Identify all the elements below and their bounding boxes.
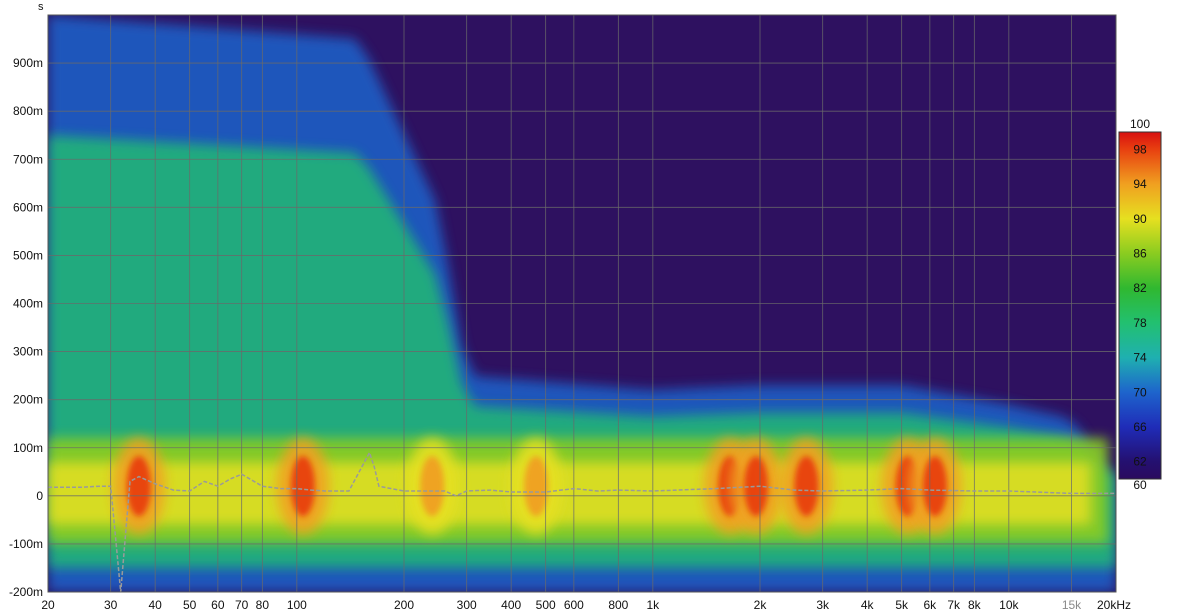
x-tick-label: 800 [608, 598, 628, 612]
colorbar-tick-label: 66 [1133, 420, 1147, 434]
colorbar-tick-label: 74 [1133, 351, 1147, 365]
colorbar-tick-label: 98 [1133, 142, 1147, 156]
colorbar-tick-label: 78 [1133, 316, 1147, 330]
x-tick-label: 50 [183, 598, 197, 612]
colorbar-tick-label: 70 [1133, 385, 1147, 399]
x-tick-label: 20 [41, 598, 55, 612]
hot-spot [420, 456, 445, 517]
colorbar-tick-label: 94 [1133, 177, 1147, 191]
x-tick-label: 80 [256, 598, 270, 612]
y-tick-label: 100m [13, 441, 43, 455]
y-tick-label: -200m [9, 585, 43, 599]
y-tick-label: 700m [13, 152, 43, 166]
y-tick-label: 500m [13, 248, 43, 262]
colorbar-tick-label: 100 [1130, 117, 1150, 131]
x-tick-label: 60 [211, 598, 225, 612]
x-tick-label: 2k [754, 598, 768, 612]
hot-spot [290, 456, 315, 517]
y-tick-label: 200m [13, 393, 43, 407]
x-tick-label: 5k [895, 598, 909, 612]
x-tick-label: 20kHz [1097, 598, 1131, 612]
y-tick-label: 300m [13, 345, 43, 359]
x-tick-label: 6k [924, 598, 938, 612]
y-tick-label: -100m [9, 537, 43, 551]
waterfall-chart: 20 30 40 50 60 70 80 100 200 300 400 500 600 800 1k 2k 3… [9, 1, 1162, 612]
y-tick-label: 800m [13, 104, 43, 118]
hot-spot [524, 456, 549, 517]
x-tick-label: 4k [861, 598, 875, 612]
y-tick-label: 600m [13, 200, 43, 214]
x-tick-label: 3k [816, 598, 830, 612]
x-tick-label: 400 [501, 598, 521, 612]
colorbar-tick-label: 82 [1133, 281, 1147, 295]
x-tick-label: 200 [394, 598, 414, 612]
y-axis: 900m 800m 700m 600m 500m 400m 300m 200m 100m 0 -10… [9, 56, 43, 599]
x-tick-label: 30 [104, 598, 118, 612]
plot-area [47, 14, 1117, 593]
colorbar-tick-label: 90 [1133, 212, 1147, 226]
hot-spot [922, 456, 947, 517]
hot-spot [794, 456, 819, 517]
x-tick-label: 300 [457, 598, 477, 612]
colorbar-tick-label: 86 [1133, 246, 1147, 260]
x-tick-label: 40 [148, 598, 162, 612]
x-tick-label: 1k [646, 598, 660, 612]
hot-spot [126, 456, 151, 517]
x-tick-label: 8k [968, 598, 982, 612]
colorbar: 100 98 94 90 86 82 78 74 70 66 62 60 [1118, 117, 1162, 492]
x-axis: 20 30 40 50 60 70 80 100 200 300 400 500 600 800 1k 2k 3… [41, 598, 1131, 612]
y-tick-label: 0 [36, 489, 43, 503]
x-tick-label: 7k [947, 598, 961, 612]
colorbar-tick-label: 60 [1133, 478, 1147, 492]
x-tick-label: 100 [287, 598, 307, 612]
x-tick-label: 500 [536, 598, 556, 612]
x-tick-label: 10k [999, 598, 1019, 612]
x-tick-label: 600 [564, 598, 584, 612]
y-axis-unit: s [38, 1, 44, 13]
y-tick-label: 900m [13, 56, 43, 70]
x-tick-label: 15k [1062, 598, 1082, 612]
y-tick-label: 400m [13, 297, 43, 311]
x-tick-label: 70 [235, 598, 249, 612]
colorbar-tick-label: 62 [1133, 455, 1147, 469]
